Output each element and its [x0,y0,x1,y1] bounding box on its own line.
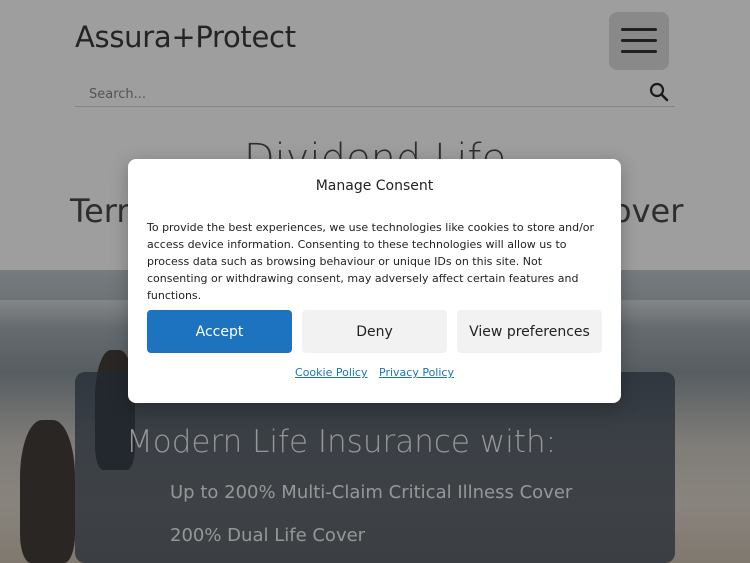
consent-body-text: To provide the best experiences, we use … [147,221,595,302]
deny-button[interactable]: Deny [302,310,447,353]
consent-dialog: Manage Consent To provide the best exper… [128,159,621,403]
policy-links: Cookie Policy Privacy Policy [128,366,621,379]
accept-button[interactable]: Accept [147,310,292,353]
privacy-policy-link[interactable]: Privacy Policy [379,366,454,379]
consent-title: Manage Consent [315,178,434,194]
page: Assura+Protect Dividend Life Term over M… [0,0,750,563]
cookie-policy-link[interactable]: Cookie Policy [295,366,367,379]
view-preferences-button[interactable]: View preferences [457,310,602,353]
